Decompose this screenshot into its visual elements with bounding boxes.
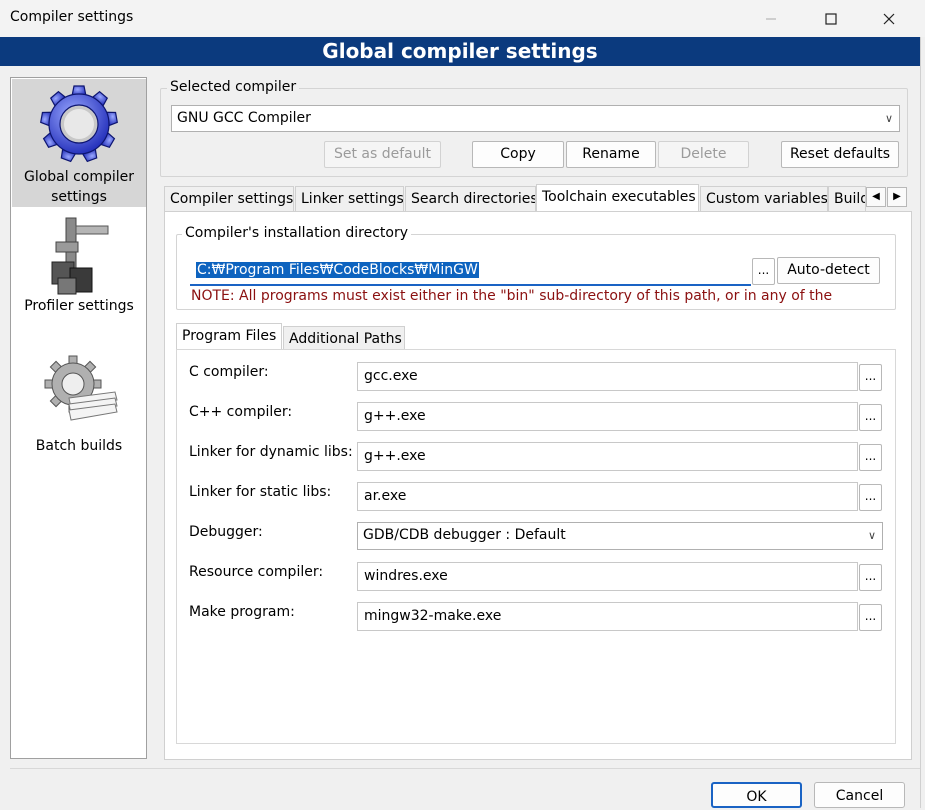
c-compiler-input[interactable]: gcc.exe bbox=[357, 362, 858, 391]
linker-dynamic-browse-button[interactable]: ... bbox=[859, 444, 882, 471]
footer-divider bbox=[10, 768, 920, 769]
page-title: Global compiler settings bbox=[0, 37, 920, 66]
tab-build[interactable]: Build bbox=[828, 186, 866, 212]
tab-search-directories[interactable]: Search directories bbox=[405, 186, 536, 212]
sidebar: Global compiler settings Profiler settin… bbox=[10, 77, 147, 759]
resource-compiler-input[interactable]: windres.exe bbox=[357, 562, 858, 591]
tab-toolchain-executables[interactable]: Toolchain executables bbox=[536, 184, 699, 212]
sidebar-item-global-compiler-settings[interactable]: Global compiler settings bbox=[12, 79, 146, 207]
linker-static-label: Linker for static libs: bbox=[189, 484, 332, 500]
sidebar-item-label: Profiler settings bbox=[24, 298, 134, 314]
batch-gear-icon bbox=[44, 355, 118, 421]
cpp-compiler-input[interactable]: g++.exe bbox=[357, 402, 858, 431]
make-program-browse-button[interactable]: ... bbox=[859, 604, 882, 631]
title-bar: Compiler settings bbox=[0, 0, 925, 37]
sidebar-item-label: Global compiler settings bbox=[23, 169, 135, 205]
auto-detect-button[interactable]: Auto-detect bbox=[777, 257, 880, 284]
subtab-program-files[interactable]: Program Files bbox=[176, 323, 282, 351]
chevron-left-icon: ◀ bbox=[872, 191, 880, 202]
debugger-select[interactable]: GDB/CDB debugger : Default ∨ bbox=[357, 522, 883, 550]
compiler-select-value: GNU GCC Compiler bbox=[177, 110, 311, 126]
linker-static-input[interactable]: ar.exe bbox=[357, 482, 858, 511]
window-title: Compiler settings bbox=[10, 9, 134, 25]
close-button[interactable] bbox=[866, 0, 912, 37]
resource-compiler-browse-button[interactable]: ... bbox=[859, 564, 882, 591]
chevron-right-icon: ▶ bbox=[893, 191, 901, 202]
selected-compiler-label: Selected compiler bbox=[167, 79, 300, 95]
install-dir-note: NOTE: All programs must exist either in … bbox=[191, 288, 833, 304]
minimize-button[interactable] bbox=[748, 0, 794, 37]
tab-scroll-left[interactable]: ◀ bbox=[866, 187, 886, 207]
make-program-label: Make program: bbox=[189, 604, 295, 620]
debugger-select-value: GDB/CDB debugger : Default bbox=[363, 527, 566, 543]
rename-button[interactable]: Rename bbox=[566, 141, 656, 168]
linker-dynamic-input[interactable]: g++.exe bbox=[357, 442, 858, 471]
compiler-select[interactable]: GNU GCC Compiler ∨ bbox=[171, 105, 900, 132]
install-dir-browse-button[interactable]: ... bbox=[752, 258, 775, 285]
install-dir-value: C:₩Program Files₩CodeBlocks₩MinGW bbox=[196, 262, 479, 278]
set-as-default-button[interactable]: Set as default bbox=[324, 141, 441, 168]
linker-dynamic-label: Linker for dynamic libs: bbox=[189, 444, 353, 460]
make-program-input[interactable]: mingw32-make.exe bbox=[357, 602, 858, 631]
minimize-icon bbox=[766, 18, 776, 19]
c-compiler-label: C compiler: bbox=[189, 364, 269, 380]
tab-custom-variables[interactable]: Custom variables bbox=[700, 186, 828, 212]
cancel-button[interactable]: Cancel bbox=[814, 782, 905, 808]
gear-icon bbox=[40, 85, 118, 163]
tab-linker-settings[interactable]: Linker settings bbox=[295, 186, 404, 212]
chevron-down-icon: ∨ bbox=[867, 529, 876, 542]
install-dir-label: Compiler's installation directory bbox=[182, 225, 411, 241]
reset-defaults-button[interactable]: Reset defaults bbox=[781, 141, 899, 168]
ok-button[interactable]: OK bbox=[711, 782, 802, 808]
tab-compiler-settings[interactable]: Compiler settings bbox=[164, 186, 294, 212]
sidebar-item-batch-builds[interactable]: Batch builds bbox=[12, 350, 146, 460]
maximize-icon bbox=[825, 12, 837, 25]
caliper-icon bbox=[51, 217, 109, 295]
c-compiler-browse-button[interactable]: ... bbox=[859, 364, 882, 391]
copy-button[interactable]: Copy bbox=[472, 141, 564, 168]
close-icon bbox=[883, 13, 895, 24]
linker-static-browse-button[interactable]: ... bbox=[859, 484, 882, 511]
cpp-compiler-browse-button[interactable]: ... bbox=[859, 404, 882, 431]
sidebar-item-label: Batch builds bbox=[35, 438, 123, 454]
resource-compiler-label: Resource compiler: bbox=[189, 564, 324, 580]
cpp-compiler-label: C++ compiler: bbox=[189, 404, 293, 420]
maximize-button[interactable] bbox=[808, 0, 854, 37]
delete-button[interactable]: Delete bbox=[658, 141, 749, 168]
window-edge bbox=[920, 37, 925, 808]
sidebar-item-profiler-settings[interactable]: Profiler settings bbox=[12, 214, 146, 324]
subtab-additional-paths[interactable]: Additional Paths bbox=[283, 326, 405, 350]
chevron-down-icon: ∨ bbox=[884, 112, 893, 125]
install-dir-input[interactable]: C:₩Program Files₩CodeBlocks₩MinGW bbox=[190, 256, 751, 286]
tab-scroll-right[interactable]: ▶ bbox=[887, 187, 907, 207]
debugger-label: Debugger: bbox=[189, 524, 263, 540]
